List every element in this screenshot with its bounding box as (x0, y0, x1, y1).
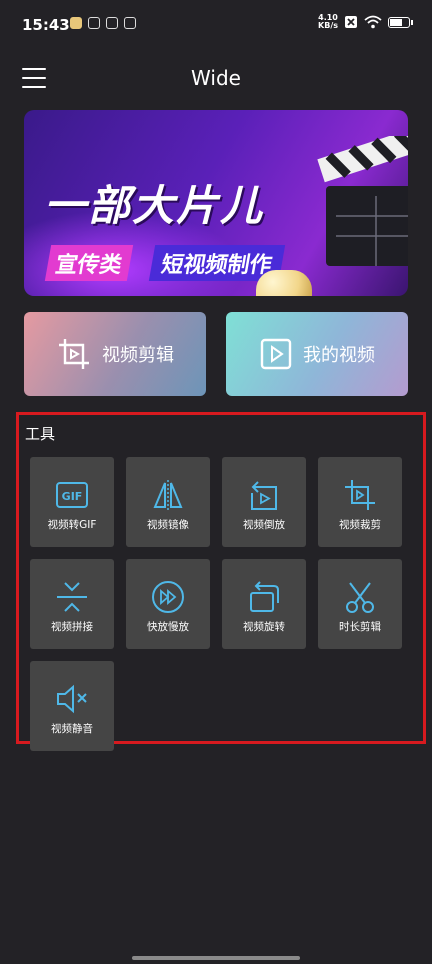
merge-icon (57, 582, 87, 612)
tool-duration-trim[interactable]: 时长剪辑 (318, 559, 402, 649)
reverse-icon (251, 481, 277, 510)
scissors-icon (346, 582, 374, 613)
svg-text:GIF: GIF (62, 490, 83, 503)
tool-label: 视频镜像 (147, 519, 189, 531)
app-header: Wide (0, 52, 432, 104)
crop-icon (345, 480, 375, 510)
wifi-icon (364, 15, 382, 29)
page-title: Wide (191, 66, 241, 90)
tool-label: 视频拼接 (51, 621, 93, 633)
rotate-icon (250, 581, 279, 612)
banner-tag-promo: 宣传类 (44, 245, 134, 281)
sim-icon (345, 16, 357, 28)
tool-video-to-gif[interactable]: GIF 视频转GIF (30, 457, 114, 547)
tool-label: 视频静音 (51, 723, 93, 735)
mute-icon (57, 684, 87, 714)
tool-video-mute[interactable]: 视频静音 (30, 661, 114, 751)
tool-video-rotate[interactable]: 视频旋转 (222, 559, 306, 649)
mirror-icon (153, 480, 183, 510)
tool-video-mirror[interactable]: 视频镜像 (126, 457, 210, 547)
my-videos-label: 我的视频 (303, 345, 375, 366)
popcorn-icon (256, 270, 312, 296)
clapperboard-icon (317, 136, 408, 266)
status-time: 15:43 (22, 16, 70, 34)
gif-icon: GIF (56, 482, 88, 508)
status-bar: 15:43 4.10 KB/s (0, 0, 432, 48)
video-edit-button[interactable]: 视频剪辑 (24, 312, 206, 396)
notification-app-icon (70, 17, 82, 29)
notification-link-icon (106, 17, 118, 29)
battery-icon (388, 16, 413, 28)
tool-label: 视频转GIF (47, 519, 97, 531)
notification-game-icon (124, 17, 136, 29)
tool-label: 时长剪辑 (339, 621, 381, 633)
tool-video-merge[interactable]: 视频拼接 (30, 559, 114, 649)
home-indicator[interactable] (132, 956, 300, 960)
tool-label: 视频裁剪 (339, 519, 381, 531)
tools-section-title: 工具 (25, 425, 56, 443)
play-box-icon (260, 338, 292, 370)
tool-label: 视频倒放 (243, 519, 285, 531)
tool-video-reverse[interactable]: 视频倒放 (222, 457, 306, 547)
crop-frame-icon (59, 339, 89, 369)
speed-icon (152, 581, 184, 613)
tool-video-crop[interactable]: 视频裁剪 (318, 457, 402, 547)
notification-calendar-icon (88, 17, 100, 29)
my-videos-button[interactable]: 我的视频 (226, 312, 408, 396)
promo-banner[interactable]: 一部大片儿 宣传类 短视频制作 (24, 110, 408, 296)
banner-headline: 一部大片儿 (44, 181, 265, 230)
tool-speed-control[interactable]: 快放慢放 (126, 559, 210, 649)
tool-label: 快放慢放 (147, 621, 189, 633)
video-edit-label: 视频剪辑 (102, 345, 174, 366)
tool-label: 视频旋转 (243, 621, 285, 633)
network-speed: 4.10 KB/s (318, 13, 338, 30)
